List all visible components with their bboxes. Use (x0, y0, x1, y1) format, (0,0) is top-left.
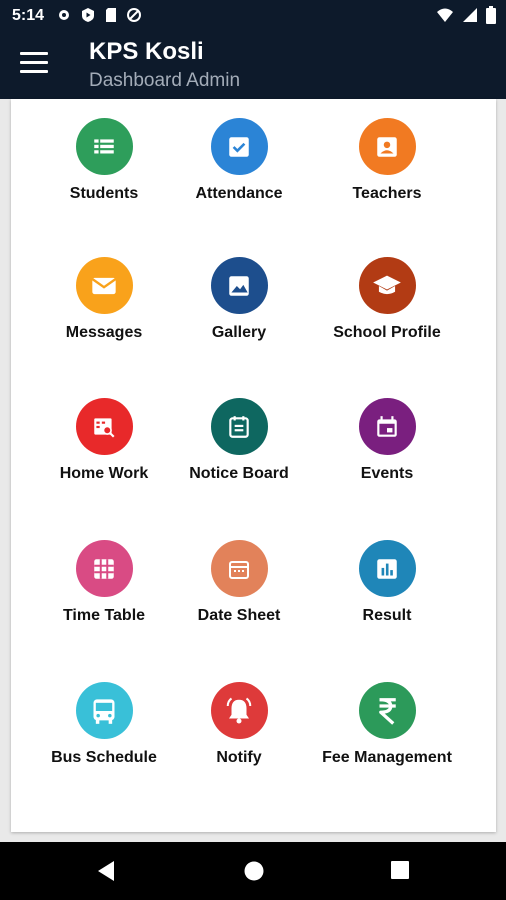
app-bar: KPS Kosli Dashboard Admin (0, 32, 506, 99)
tile-attendance[interactable]: Attendance (164, 118, 314, 203)
status-bar: 5:14 (0, 0, 506, 32)
check-box-icon (210, 118, 268, 175)
tile-label: Date Sheet (197, 607, 281, 624)
home-icon[interactable] (243, 860, 265, 887)
tile-home-work[interactable]: Home Work (29, 398, 179, 483)
calendar-icon (210, 540, 268, 597)
tile-notice-board[interactable]: Notice Board (164, 398, 314, 483)
rupee-icon (358, 682, 416, 739)
image-icon (210, 257, 268, 314)
bell-icon (210, 682, 268, 739)
tile-label: Time Table (62, 607, 146, 624)
shield-play-icon (80, 7, 96, 28)
dashboard-card: Students Attendance Teachers Messages Ga… (11, 99, 496, 832)
battery-icon (486, 6, 496, 29)
tile-label: Messages (65, 324, 143, 341)
tile-label: Attendance (195, 185, 283, 202)
tile-label: Result (362, 607, 412, 624)
signal-icon (462, 7, 478, 28)
back-icon[interactable] (96, 860, 116, 887)
wifi-icon (436, 7, 454, 28)
navigation-bar (0, 842, 506, 900)
tile-label: Students (69, 185, 139, 202)
tile-students[interactable]: Students (29, 118, 179, 203)
recents-icon[interactable] (390, 860, 410, 885)
grid-icon (75, 540, 133, 597)
tile-date-sheet[interactable]: Date Sheet (164, 540, 314, 625)
tile-notify[interactable]: Notify (164, 682, 314, 767)
tile-label: Home Work (59, 465, 149, 482)
tile-gallery[interactable]: Gallery (164, 257, 314, 342)
notice-icon (210, 398, 268, 455)
status-time: 5:14 (12, 7, 45, 24)
calendar-icon (358, 398, 416, 455)
bar-chart-icon (358, 540, 416, 597)
tile-bus-schedule[interactable]: Bus Schedule (29, 682, 179, 767)
sd-card-icon (104, 7, 118, 28)
tile-messages[interactable]: Messages (29, 257, 179, 342)
app-subtitle: Dashboard Admin (89, 70, 241, 91)
tile-label: Fee Management (322, 749, 452, 766)
tile-label: Events (360, 465, 414, 482)
tile-result[interactable]: Result (312, 540, 462, 625)
graduation-cap-icon (358, 257, 416, 314)
tile-label: Gallery (211, 324, 267, 341)
tile-teachers[interactable]: Teachers (312, 118, 462, 203)
homework-icon (75, 398, 133, 455)
tile-fee-management[interactable]: Fee Management (312, 682, 462, 767)
tile-time-table[interactable]: Time Table (29, 540, 179, 625)
block-icon (126, 7, 142, 28)
settings-icon (56, 7, 72, 28)
mail-icon (75, 257, 133, 314)
tile-label: Teachers (352, 185, 422, 202)
tile-label: School Profile (333, 324, 441, 341)
tile-label: Bus Schedule (51, 749, 157, 766)
tile-label: Notice Board (189, 465, 289, 482)
app-title: KPS Kosli (89, 38, 204, 65)
person-card-icon (358, 118, 416, 175)
tile-school-profile[interactable]: School Profile (312, 257, 462, 342)
menu-icon[interactable] (20, 52, 48, 76)
list-icon (75, 118, 133, 175)
bus-icon (75, 682, 133, 739)
tile-events[interactable]: Events (312, 398, 462, 483)
tile-label: Notify (216, 749, 262, 766)
